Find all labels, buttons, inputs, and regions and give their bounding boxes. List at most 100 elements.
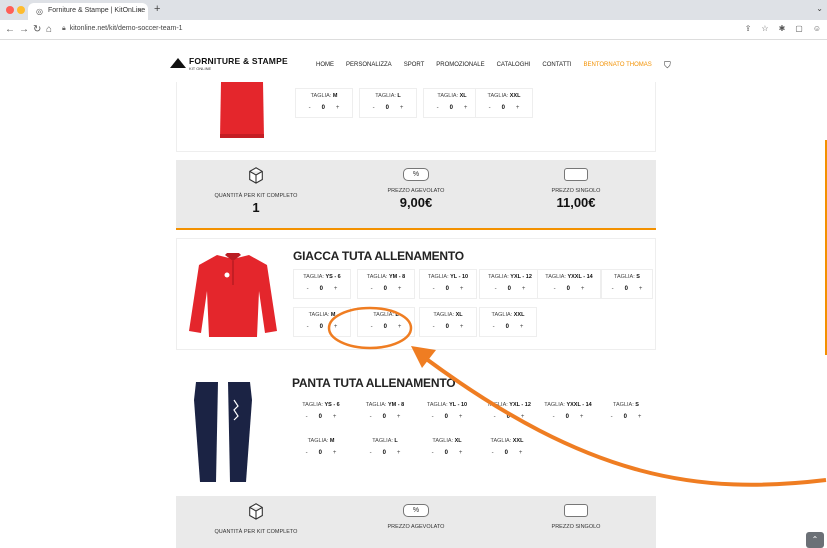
minus-button[interactable]: -	[373, 105, 375, 111]
nav-account[interactable]: BENTORNATO THOMAS	[584, 62, 652, 68]
plus-button[interactable]: +	[464, 105, 468, 111]
plus-button[interactable]: +	[638, 414, 642, 420]
reload-button[interactable]: ↻	[33, 24, 41, 35]
plus-button[interactable]: +	[460, 324, 464, 330]
plus-button[interactable]: +	[333, 450, 337, 456]
quantity-value[interactable]: 0	[505, 450, 508, 456]
quantity-value[interactable]: 0	[386, 105, 389, 111]
minus-button[interactable]: -	[554, 286, 556, 292]
quantity-value[interactable]: 0	[445, 414, 448, 420]
nav-sport[interactable]: SPORT	[404, 62, 425, 68]
browser-tab[interactable]: ◎ Forniture & Stampe | KitOnLine ×	[28, 3, 148, 20]
plus-button[interactable]: +	[397, 450, 401, 456]
quantity-value[interactable]: 0	[625, 286, 628, 292]
plus-button[interactable]: +	[459, 414, 463, 420]
quantity-value[interactable]: 0	[445, 450, 448, 456]
quantity-value[interactable]: 0	[450, 105, 453, 111]
scroll-top-button[interactable]: ⌃	[806, 532, 824, 548]
quantity-value[interactable]: 0	[383, 414, 386, 420]
minus-button[interactable]: -	[307, 286, 309, 292]
quantity-value[interactable]: 0	[319, 414, 322, 420]
quantity-value[interactable]: 0	[319, 450, 322, 456]
minus-button[interactable]: -	[307, 324, 309, 330]
back-button[interactable]: ←	[5, 24, 15, 35]
plus-button[interactable]: +	[519, 450, 523, 456]
minus-button[interactable]: -	[433, 324, 435, 330]
plus-button[interactable]: +	[397, 414, 401, 420]
plus-button[interactable]: +	[639, 286, 643, 292]
minus-button[interactable]: -	[309, 105, 311, 111]
minus-button[interactable]: -	[371, 286, 373, 292]
plus-button[interactable]: +	[581, 286, 585, 292]
quantity-value[interactable]: 0	[502, 105, 505, 111]
minus-button[interactable]: -	[437, 105, 439, 111]
cart-icon[interactable]: ⛉	[664, 60, 671, 71]
extensions-icon[interactable]: ✱	[779, 24, 786, 33]
minus-button[interactable]: -	[306, 450, 308, 456]
quantity-value[interactable]: 0	[567, 286, 570, 292]
plus-button[interactable]: +	[398, 324, 402, 330]
nav-personalizza[interactable]: PERSONALIZZA	[346, 62, 392, 68]
share-icon[interactable]: ⇪	[745, 24, 752, 33]
url-field[interactable]: 🔒︎ kitonline.net/kit/demo-soccer-team-1	[62, 25, 183, 33]
minus-button[interactable]: -	[433, 286, 435, 292]
minus-button[interactable]: -	[553, 414, 555, 420]
quantity-value[interactable]: 0	[624, 414, 627, 420]
minus-button[interactable]: -	[612, 286, 614, 292]
quantity-value[interactable]: 0	[506, 324, 509, 330]
plus-button[interactable]: +	[459, 450, 463, 456]
nav-home[interactable]: HOME	[316, 62, 334, 68]
minimize-window-button[interactable]	[17, 6, 25, 14]
profile-icon[interactable]: ☺	[813, 24, 821, 33]
close-window-button[interactable]	[6, 6, 14, 14]
quantity-value[interactable]: 0	[446, 324, 449, 330]
home-button[interactable]: ⌂	[46, 24, 52, 35]
plus-button[interactable]: +	[460, 286, 464, 292]
star-icon[interactable]: ☆	[761, 24, 768, 33]
minus-button[interactable]: -	[432, 414, 434, 420]
logo-mark[interactable]	[170, 58, 186, 68]
minus-button[interactable]: -	[306, 414, 308, 420]
minus-button[interactable]: -	[492, 450, 494, 456]
plus-button[interactable]: +	[333, 414, 337, 420]
plus-button[interactable]: +	[400, 105, 404, 111]
minus-button[interactable]: -	[432, 450, 434, 456]
quantity-value[interactable]: 0	[566, 414, 569, 420]
plus-button[interactable]: +	[522, 286, 526, 292]
plus-button[interactable]: +	[580, 414, 584, 420]
plus-button[interactable]: +	[516, 105, 520, 111]
minus-button[interactable]: -	[370, 414, 372, 420]
nav-cataloghi[interactable]: CATALOGHI	[497, 62, 531, 68]
minus-button[interactable]: -	[371, 324, 373, 330]
minus-button[interactable]: -	[493, 324, 495, 330]
size-option: TAGLIA: XXL -0 +	[478, 434, 536, 464]
quantity-value[interactable]: 0	[508, 286, 511, 292]
quantity-value[interactable]: 0	[507, 414, 510, 420]
forward-button[interactable]: →	[19, 24, 29, 35]
quantity-value[interactable]: 0	[383, 450, 386, 456]
minus-button[interactable]: -	[494, 414, 496, 420]
plus-button[interactable]: +	[398, 286, 402, 292]
quantity-value[interactable]: 0	[320, 286, 323, 292]
plus-button[interactable]: +	[336, 105, 340, 111]
nav-promozionale[interactable]: PROMOZIONALE	[436, 62, 484, 68]
plus-button[interactable]: +	[520, 324, 524, 330]
chevron-down-icon[interactable]: ⌄	[816, 4, 823, 13]
minus-button[interactable]: -	[370, 450, 372, 456]
quantity-value[interactable]: 0	[322, 105, 325, 111]
sidebar-icon[interactable]: ▢	[795, 24, 803, 33]
minus-button[interactable]: -	[489, 105, 491, 111]
quantity-value[interactable]: 0	[446, 286, 449, 292]
plus-button[interactable]: +	[521, 414, 525, 420]
quantity-value[interactable]: 0	[384, 286, 387, 292]
nav-contatti[interactable]: CONTATTI	[542, 62, 571, 68]
logo-title[interactable]: FORNITURE & STAMPE	[189, 56, 288, 66]
plus-button[interactable]: +	[334, 324, 338, 330]
minus-button[interactable]: -	[611, 414, 613, 420]
quantity-value[interactable]: 0	[384, 324, 387, 330]
quantity-value[interactable]: 0	[320, 324, 323, 330]
new-tab-button[interactable]: +	[154, 3, 160, 15]
minus-button[interactable]: -	[495, 286, 497, 292]
plus-button[interactable]: +	[334, 286, 338, 292]
close-icon[interactable]: ×	[137, 6, 142, 15]
